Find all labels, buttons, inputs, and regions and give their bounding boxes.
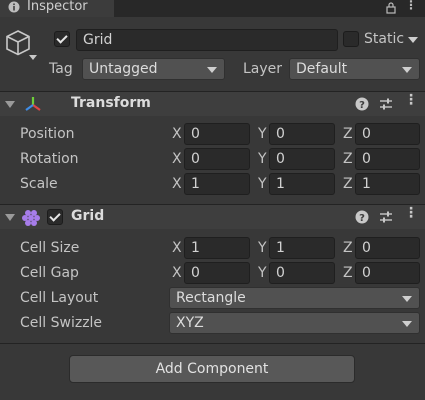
grid-component-icon: [22, 210, 40, 226]
chevron-down-icon: [402, 321, 412, 327]
static-dropdown-arrow[interactable]: [408, 37, 418, 43]
axis-z-label[interactable]: Z: [343, 240, 353, 256]
position-label: Position: [20, 126, 75, 142]
help-icon[interactable]: ?: [355, 210, 369, 224]
axis-z-label[interactable]: Z: [343, 176, 353, 192]
kebab-menu-icon[interactable]: ⋮: [405, 0, 417, 12]
preset-sliders-icon[interactable]: [379, 97, 393, 111]
chevron-down-icon: [402, 67, 412, 73]
object-name-field[interactable]: Grid: [76, 29, 338, 51]
scale-y-field[interactable]: 1: [269, 173, 335, 195]
layer-value: Default: [296, 61, 348, 77]
position-z-field[interactable]: 0: [355, 123, 420, 145]
static-label: Static: [364, 31, 405, 47]
layer-label: Layer: [243, 61, 283, 77]
axis-x-label[interactable]: X: [172, 176, 182, 192]
grid-title: Grid: [71, 208, 105, 224]
check-icon: [49, 210, 61, 222]
grid-enabled-checkbox[interactable]: [47, 209, 63, 225]
kebab-menu-icon[interactable]: ⋮: [404, 92, 418, 108]
static-checkbox[interactable]: [343, 31, 359, 47]
icon-dropdown-arrow[interactable]: [29, 55, 37, 60]
foldout-arrow-icon[interactable]: [5, 214, 15, 221]
chevron-down-icon: [207, 67, 217, 73]
divider: [0, 343, 425, 344]
position-y-field[interactable]: 0: [269, 123, 335, 145]
cell-swizzle-label: Cell Swizzle: [20, 315, 103, 331]
tab-title: Inspector: [27, 0, 88, 14]
axis-x-label[interactable]: X: [172, 265, 182, 281]
cell-gap-z-field[interactable]: 0: [355, 262, 420, 284]
svg-text:?: ?: [359, 213, 365, 224]
cell-gap-label: Cell Gap: [20, 265, 79, 281]
axis-y-label[interactable]: Y: [258, 176, 267, 192]
transform-header[interactable]: Transform ? ⋮: [0, 92, 425, 116]
foldout-arrow-icon[interactable]: [5, 101, 15, 108]
scale-label: Scale: [20, 176, 58, 192]
cell-layout-value: Rectangle: [176, 290, 246, 306]
preset-sliders-icon[interactable]: [379, 210, 393, 224]
cell-gap-x-field[interactable]: 0: [184, 262, 250, 284]
rotation-label: Rotation: [20, 151, 79, 167]
rotation-x-field[interactable]: 0: [184, 148, 250, 170]
cell-size-x-field[interactable]: 1: [184, 237, 250, 259]
cell-size-y-field[interactable]: 1: [269, 237, 335, 259]
transform-title: Transform: [71, 95, 151, 111]
tab-inspector[interactable]: Inspector: [0, 0, 114, 17]
check-icon: [56, 32, 68, 44]
axis-x-label[interactable]: X: [172, 240, 182, 256]
grid-header[interactable]: Grid ? ⋮: [0, 205, 425, 229]
cell-swizzle-dropdown[interactable]: XYZ: [169, 312, 420, 334]
scale-z-field[interactable]: 1: [355, 173, 420, 195]
add-component-button[interactable]: Add Component: [69, 355, 355, 383]
cell-gap-y-field[interactable]: 0: [269, 262, 335, 284]
axis-y-label[interactable]: Y: [258, 240, 267, 256]
tag-value: Untagged: [89, 61, 158, 77]
active-checkbox[interactable]: [54, 31, 70, 47]
chevron-down-icon: [402, 296, 412, 302]
svg-text:?: ?: [359, 100, 365, 111]
scale-x-field[interactable]: 1: [184, 173, 250, 195]
cell-layout-label: Cell Layout: [20, 290, 99, 306]
rotation-y-field[interactable]: 0: [269, 148, 335, 170]
info-icon: [8, 1, 20, 13]
axis-y-label[interactable]: Y: [258, 126, 267, 142]
position-x-field[interactable]: 0: [184, 123, 250, 145]
transform-axes-icon: [25, 97, 41, 111]
help-icon[interactable]: ?: [355, 97, 369, 111]
cell-size-label: Cell Size: [20, 240, 80, 256]
cell-layout-dropdown[interactable]: Rectangle: [169, 287, 420, 309]
lock-icon[interactable]: [385, 2, 397, 14]
axis-z-label[interactable]: Z: [343, 265, 353, 281]
rotation-z-field[interactable]: 0: [355, 148, 420, 170]
axis-z-label[interactable]: Z: [343, 126, 353, 142]
tag-dropdown[interactable]: Untagged: [82, 58, 225, 80]
cell-size-z-field[interactable]: 0: [355, 237, 420, 259]
cell-swizzle-value: XYZ: [176, 315, 204, 331]
kebab-menu-icon[interactable]: ⋮: [404, 205, 418, 221]
axis-y-label[interactable]: Y: [258, 151, 267, 167]
axis-x-label[interactable]: X: [172, 126, 182, 142]
layer-dropdown[interactable]: Default: [289, 58, 420, 80]
tag-label: Tag: [49, 61, 73, 77]
gameobject-cube-icon: [6, 30, 30, 56]
axis-x-label[interactable]: X: [172, 151, 182, 167]
axis-y-label[interactable]: Y: [258, 265, 267, 281]
axis-z-label[interactable]: Z: [343, 151, 353, 167]
